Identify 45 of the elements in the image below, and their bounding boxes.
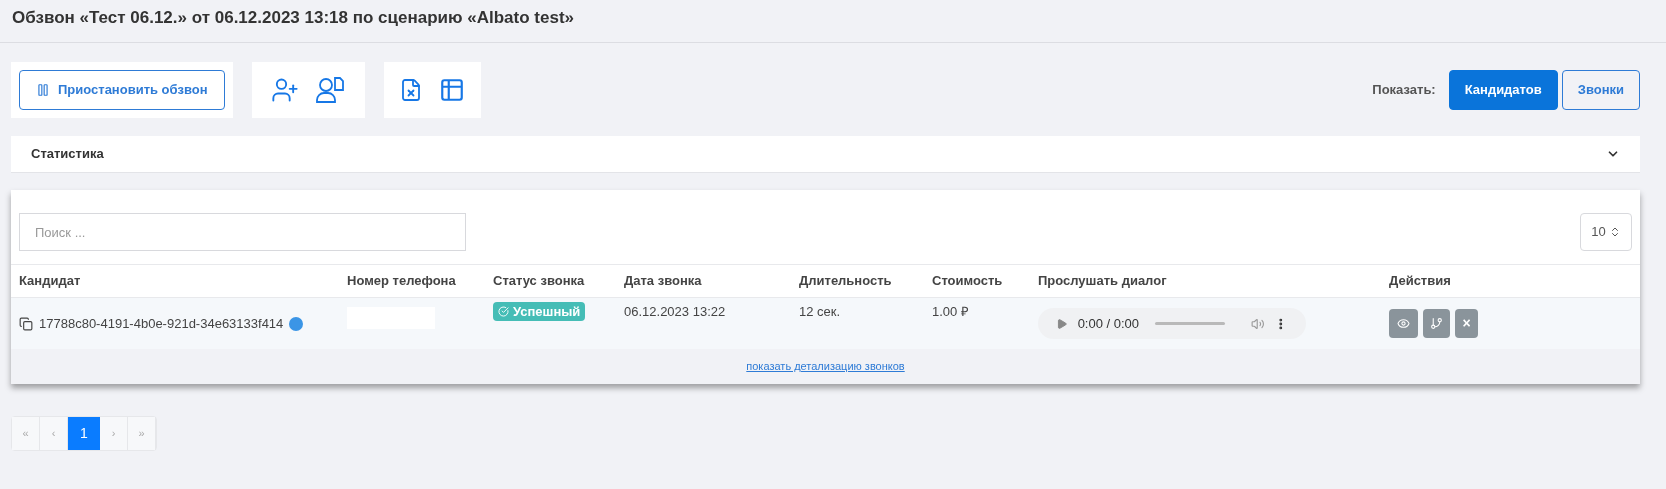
branch-icon	[1430, 317, 1443, 330]
column-header: Прослушать диалог	[1038, 273, 1167, 289]
page-button[interactable]: «	[12, 417, 40, 450]
page-button[interactable]: ›	[100, 417, 128, 450]
audio-player[interactable]: 0:00 / 0:00	[1038, 308, 1306, 339]
status-badge: Успешный	[493, 301, 586, 321]
player-time: 0:00 / 0:00	[1077, 314, 1140, 333]
pause-button[interactable]: Приостановить обзвон	[19, 70, 225, 110]
page-button[interactable]: 1	[68, 417, 100, 450]
view-toggle-button[interactable]: Кандидатов	[1448, 70, 1558, 110]
column-header: Дата звонка	[624, 273, 702, 289]
column-header: Статус звонка	[493, 273, 585, 289]
progress-track[interactable]	[1155, 322, 1225, 325]
pause-icon	[36, 83, 50, 97]
column-header: Номер телефона	[347, 273, 456, 289]
view-toggle-button[interactable]: Звонки	[1561, 70, 1640, 110]
add-user-icon[interactable]	[271, 76, 299, 104]
statistics-panel[interactable]: Статистика	[11, 136, 1640, 173]
play-icon[interactable]	[1056, 317, 1068, 330]
column-header: Стоимость	[932, 273, 1003, 289]
candidate-id[interactable]: 17788c80-4191-4b0e-921d-34e63133f414	[39, 313, 284, 334]
column-header: Действия	[1389, 273, 1451, 289]
page-button[interactable]: »	[128, 417, 156, 450]
volume-icon[interactable]	[1250, 316, 1265, 331]
details-link[interactable]: показать детализацию звонков	[746, 358, 905, 375]
column-header: Кандидат	[19, 273, 81, 289]
page-title: Обзвон «Тест 06.12.» от 06.12.2023 13:18 по сценарию «Albato test»	[12, 7, 575, 30]
status-icon	[289, 316, 304, 331]
eye-icon	[1397, 317, 1410, 330]
call-cost: 1.00 ₽	[932, 302, 969, 321]
column-header: Длительность	[799, 273, 892, 289]
delete-button[interactable]: ×	[1455, 309, 1478, 338]
page-size-select[interactable]: 10	[1580, 213, 1632, 251]
branch-button[interactable]	[1423, 309, 1450, 338]
user-document-icon[interactable]	[315, 76, 345, 104]
table-icon[interactable]	[439, 77, 465, 103]
document-icon[interactable]	[19, 316, 33, 331]
call-date: 06.12.2023 13:22	[624, 302, 726, 321]
excel-file-icon[interactable]	[399, 78, 423, 102]
show-label: Показать:	[1372, 81, 1436, 100]
view-button[interactable]	[1389, 309, 1418, 338]
page-button[interactable]: ‹	[40, 417, 68, 450]
statistics-title: Статистика	[31, 145, 105, 164]
call-duration: 12 сек.	[799, 302, 841, 321]
search-field[interactable]: Поиск ...	[19, 213, 466, 251]
